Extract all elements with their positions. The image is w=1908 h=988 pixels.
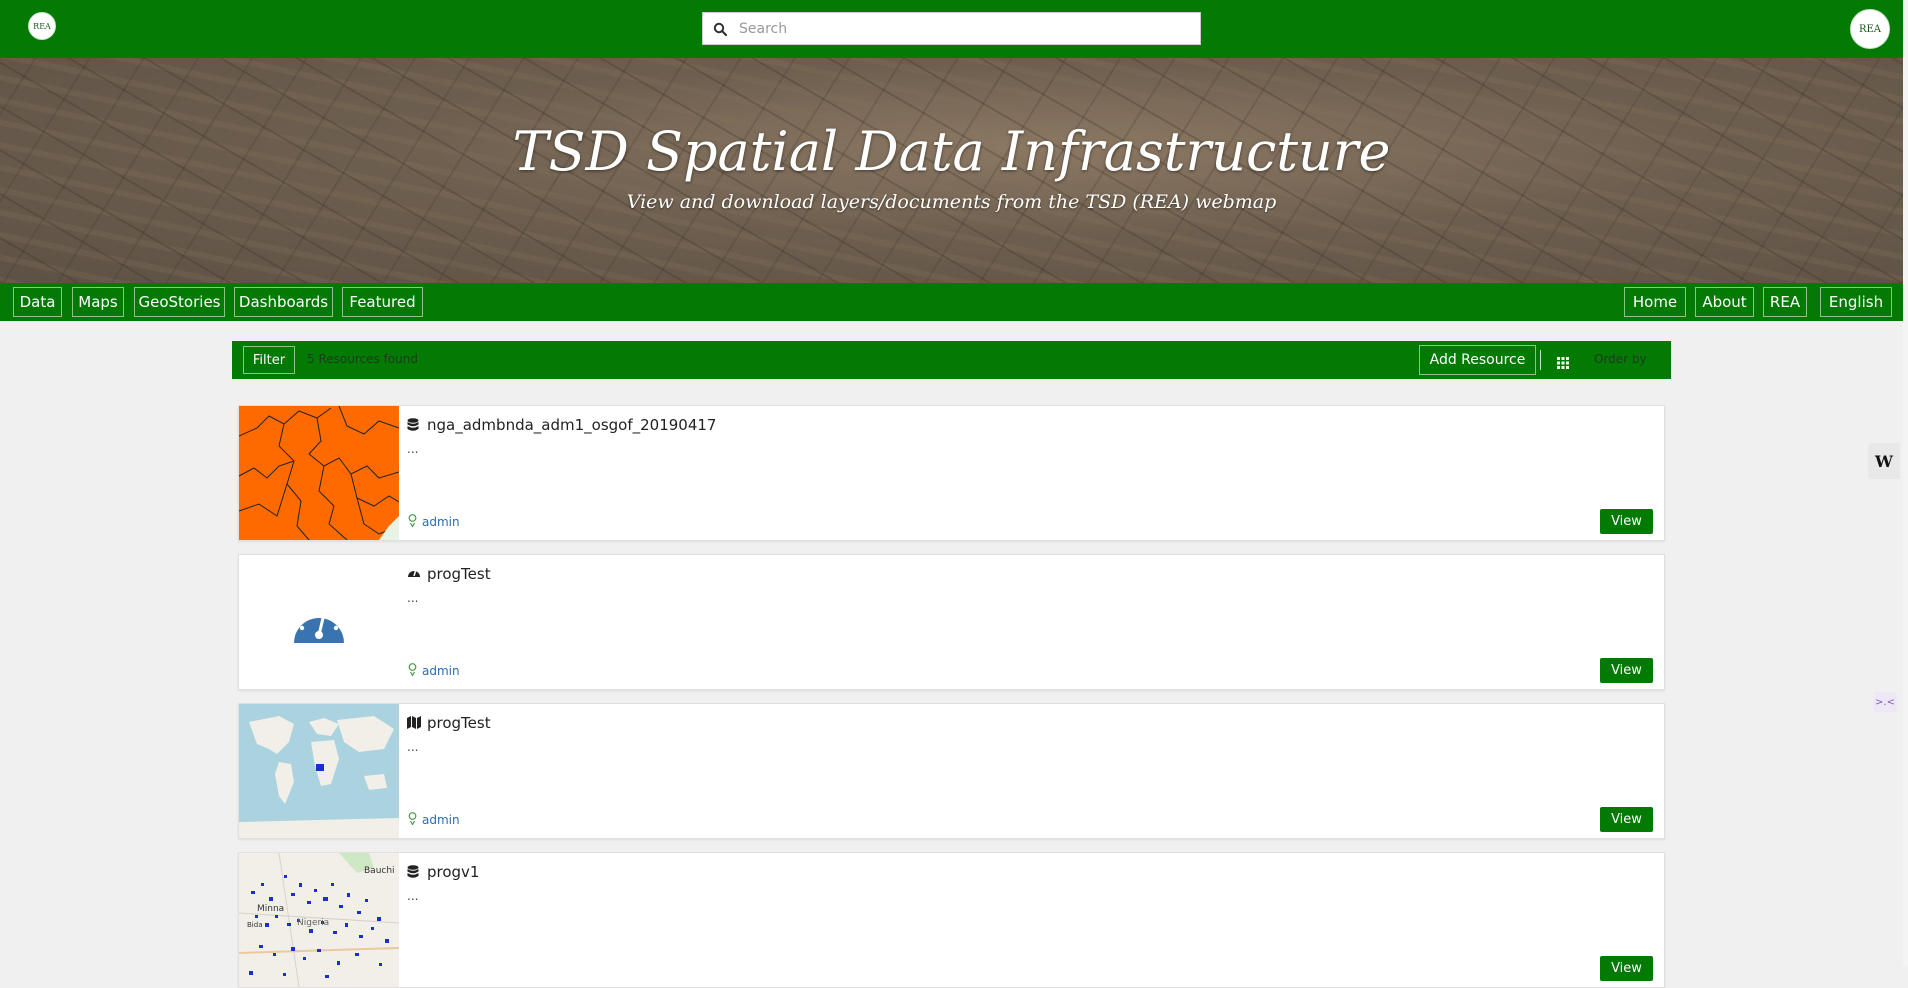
nav-about[interactable]: About [1695,287,1754,317]
nav-data[interactable]: Data [13,287,62,317]
nav-rea[interactable]: REA [1763,287,1807,317]
view-button[interactable]: View [1600,509,1653,534]
owner-name[interactable]: admin [422,515,460,529]
resource-description: ... [407,740,419,754]
nav-language[interactable]: English [1820,287,1892,317]
side-widget-collapse[interactable]: >.< [1873,692,1897,712]
dashboard-icon [407,567,421,581]
owner-name[interactable]: admin [422,813,460,827]
resource-card: progTest ... admin View [238,554,1665,690]
map-label-minna: Minna [257,904,284,914]
resources-count: 5 Resources found [307,352,418,366]
resource-owner[interactable]: admin [407,812,460,828]
resource-card: nga_admbnda_adm1_osgof_20190417 ... admi… [238,405,1665,541]
resource-owner[interactable]: admin [407,663,460,679]
resource-title[interactable]: progv1 [407,863,479,881]
map-label-nigeria: Nigeria [297,918,329,928]
map-icon [407,716,421,730]
nav-dashboards[interactable]: Dashboards [234,287,333,317]
resource-title[interactable]: progTest [407,565,491,583]
owner-name[interactable]: admin [422,664,460,678]
nav-maps[interactable]: Maps [72,287,124,317]
search-input[interactable] [737,12,1181,45]
resources-toolbar: Filter 5 Resources found Add Resource Or… [232,341,1671,379]
order-by-dropdown[interactable]: Order by [1594,352,1647,366]
hero-title: TSD Spatial Data Infrastructure [512,120,1391,183]
page-scrollbar[interactable] [1903,0,1908,965]
thumbnail-dashboard[interactable] [239,555,399,689]
hero-subtitle: View and download layers/documents from … [626,191,1277,213]
resource-description: ... [407,889,419,903]
view-button[interactable]: View [1600,956,1653,981]
resource-title-text[interactable]: progTest [427,714,491,732]
logo-left[interactable]: REA [28,12,56,40]
resource-description: ... [407,442,419,456]
filter-button[interactable]: Filter [243,346,295,374]
hero-banner: TSD Spatial Data Infrastructure View and… [0,58,1903,283]
nav-home[interactable]: Home [1624,287,1686,317]
view-button[interactable]: View [1600,807,1653,832]
grid-view-icon[interactable] [1557,354,1569,369]
user-avatar-icon [407,514,418,530]
resource-description: ... [407,591,419,605]
database-icon [407,865,421,879]
database-icon [407,418,421,432]
resource-title-text[interactable]: progTest [427,565,491,583]
thumbnail-boundary-map[interactable] [239,406,399,540]
map-label-bida: Bida [247,921,262,929]
resource-title[interactable]: nga_admbnda_adm1_osgof_20190417 [407,416,716,434]
side-widget-w[interactable]: W [1868,443,1900,479]
resource-title-text[interactable]: nga_admbnda_adm1_osgof_20190417 [427,416,716,434]
user-avatar-icon [407,812,418,828]
add-resource-button[interactable]: Add Resource [1419,345,1536,375]
resource-card: progTest ... admin View [238,703,1665,839]
user-avatar-icon [407,663,418,679]
resource-title-text[interactable]: progv1 [427,863,479,881]
nav-geostories[interactable]: GeoStories [134,287,225,317]
thumbnail-world-map[interactable] [239,704,399,838]
toolbar-divider [1540,350,1541,370]
top-bar: REA REA [0,0,1903,58]
nav-featured[interactable]: Featured [342,287,423,317]
resource-title[interactable]: progTest [407,714,491,732]
nav-bar: Data Maps GeoStories Dashboards Featured… [0,283,1903,321]
logo-right[interactable]: REA [1850,9,1890,49]
view-button[interactable]: View [1600,658,1653,683]
search-box[interactable] [702,12,1201,45]
resource-owner[interactable]: admin [407,514,460,530]
map-label-bauchi: Bauchi [364,866,395,876]
resource-card: Bauchi Minna Nigeria Bida progv1 ... Vie… [238,852,1665,988]
search-icon [703,22,737,36]
thumbnail-points-map[interactable]: Bauchi Minna Nigeria Bida [239,853,399,987]
